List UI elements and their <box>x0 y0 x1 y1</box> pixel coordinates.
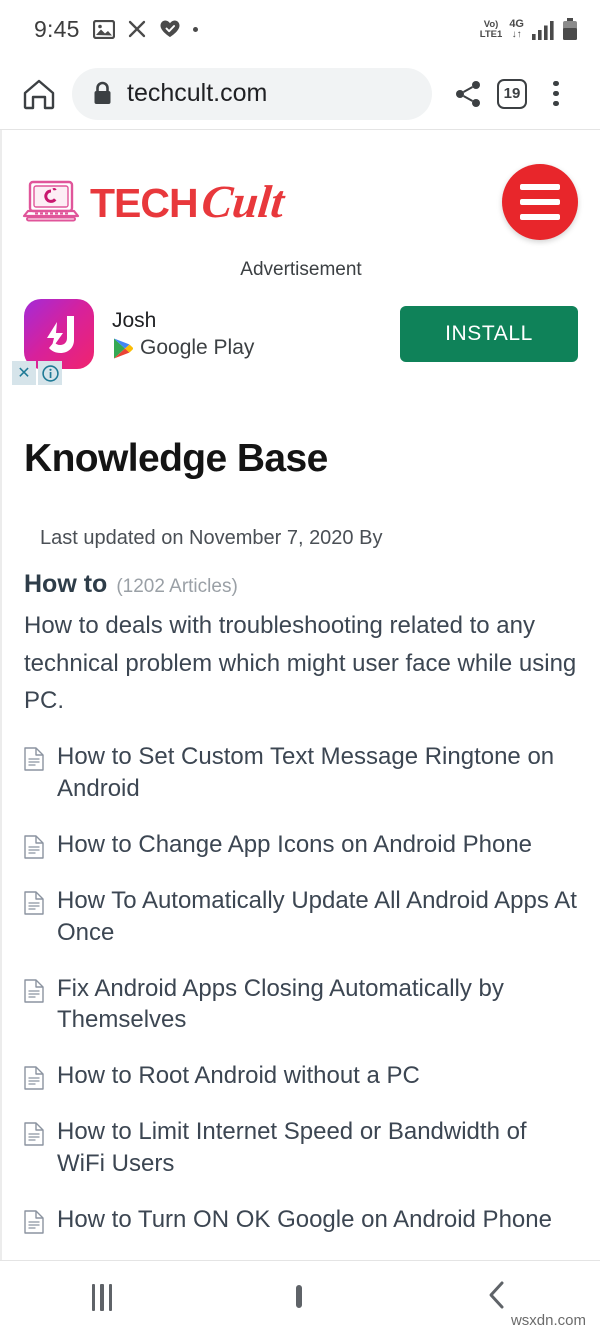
josh-app-icon <box>24 299 94 370</box>
recents-button[interactable] <box>91 1283 113 1311</box>
ad-app-icon-wrap: ✕ <box>12 299 94 386</box>
share-button[interactable] <box>446 72 490 116</box>
list-item[interactable]: How To Automatically Update All Android … <box>24 885 578 949</box>
google-play-icon <box>112 337 133 360</box>
article-title[interactable]: How To Automatically Update All Android … <box>57 885 578 949</box>
hamburger-menu-button[interactable] <box>502 163 578 240</box>
ad-info-icon[interactable] <box>38 361 62 386</box>
article-content: Knowledge Base Last updated on November … <box>2 373 600 1260</box>
status-bar: 9:45 Vo) LTE1 4G ↓↑ <box>0 0 600 58</box>
browser-menu-button[interactable] <box>534 72 578 116</box>
recents-icon <box>91 1283 113 1311</box>
ad-badges[interactable]: ✕ <box>12 361 62 386</box>
ad-store-row: Google Play <box>112 336 254 360</box>
back-button[interactable] <box>486 1280 508 1315</box>
browser-toolbar: techcult.com 19 <box>0 58 600 130</box>
home-button[interactable] <box>16 71 62 117</box>
install-button[interactable]: INSTALL <box>400 306 578 363</box>
web-page-content: TECH Cult Advertisement ✕ Josh Google Pl… <box>0 130 600 1260</box>
overflow-menu-icon <box>553 80 559 107</box>
status-notification-icons <box>92 19 198 39</box>
document-icon <box>24 1122 44 1146</box>
site-logo[interactable]: TECH Cult <box>22 175 287 227</box>
list-item[interactable]: Fix Android Apps Closing Automatically b… <box>24 973 578 1037</box>
image-icon <box>92 19 115 39</box>
document-icon <box>24 1066 44 1091</box>
document-icon <box>24 747 44 771</box>
heart-check-icon <box>159 19 181 39</box>
lock-icon <box>92 81 113 106</box>
page-title: Knowledge Base <box>24 437 328 481</box>
logo-tech-text: TECH <box>90 179 199 226</box>
ad-text-block: Josh Google Play <box>112 309 254 360</box>
ad-app-name: Josh <box>112 308 157 332</box>
home-icon <box>22 78 56 110</box>
dot-icon <box>192 26 198 32</box>
category-name[interactable]: How to <box>24 570 107 599</box>
network-type-indicator: 4G ↓↑ <box>509 18 524 40</box>
category-article-count: (1202 Articles) <box>116 576 238 598</box>
article-title[interactable]: How to Turn ON OK Google on Android Phon… <box>57 1204 552 1236</box>
ad-row[interactable]: ✕ Josh Google Play INSTALL <box>2 281 600 386</box>
signal-bars-icon <box>531 20 555 40</box>
article-title[interactable]: How to Change App Icons on Android Phone <box>57 829 532 861</box>
ad-store-name: Google Play <box>140 336 255 360</box>
category-description: How to deals with troubleshooting relate… <box>24 612 577 714</box>
article-title[interactable]: How to Limit Internet Speed or Bandwidth… <box>57 1116 578 1180</box>
ad-label: Advertisement <box>240 259 362 281</box>
tab-switcher-button[interactable]: 19 <box>490 72 534 116</box>
status-time: 9:45 <box>34 15 80 42</box>
document-icon <box>24 835 44 859</box>
phone-screen: 9:45 Vo) LTE1 4G ↓↑ techcult.com 19 TECH… <box>0 0 600 1333</box>
battery-icon <box>562 18 578 40</box>
list-item[interactable]: How to Root Android without a PC <box>24 1060 578 1092</box>
home-button-nav[interactable] <box>296 1285 303 1308</box>
volte-indicator: Vo) LTE1 <box>479 19 503 40</box>
document-icon <box>24 978 44 1003</box>
article-list: How to Set Custom Text Message Ringtone … <box>24 741 578 1236</box>
last-updated-text: Last updated on November 7, 2020 By <box>40 527 383 550</box>
status-system-icons: Vo) LTE1 4G ↓↑ <box>480 18 578 40</box>
url-bar[interactable]: techcult.com <box>72 67 432 120</box>
back-chevron-icon <box>486 1280 508 1310</box>
article-title[interactable]: How to Root Android without a PC <box>57 1060 420 1092</box>
url-text[interactable]: techcult.com <box>127 79 267 108</box>
home-square-icon <box>296 1285 303 1308</box>
share-icon <box>453 79 483 109</box>
list-item[interactable]: How to Limit Internet Speed or Bandwidth… <box>24 1116 578 1180</box>
tab-count: 19 <box>497 78 527 109</box>
list-item[interactable]: How to Set Custom Text Message Ringtone … <box>24 741 578 805</box>
system-navigation-bar: wsxdn.com <box>0 1260 600 1333</box>
document-icon <box>24 1210 44 1234</box>
list-item[interactable]: How to Turn ON OK Google on Android Phon… <box>24 1204 578 1236</box>
article-title[interactable]: How to Set Custom Text Message Ringtone … <box>57 741 578 805</box>
logo-wordmark: TECH Cult <box>90 175 287 227</box>
site-header: TECH Cult <box>2 130 600 247</box>
advertisement-block: Advertisement ✕ Josh Google Play INSTALL <box>2 247 600 386</box>
watermark: wsxdn.com <box>510 1312 586 1329</box>
ad-close-icon[interactable]: ✕ <box>12 361 36 386</box>
list-item[interactable]: How to Change App Icons on Android Phone <box>24 829 578 861</box>
document-icon <box>24 891 44 915</box>
logo-cult-text: Cult <box>198 175 287 227</box>
category-line: How to (1202 Articles) <box>24 570 578 599</box>
article-title[interactable]: Fix Android Apps Closing Automatically b… <box>57 973 578 1037</box>
scissors-icon <box>127 19 147 39</box>
laptop-icon <box>22 178 80 226</box>
